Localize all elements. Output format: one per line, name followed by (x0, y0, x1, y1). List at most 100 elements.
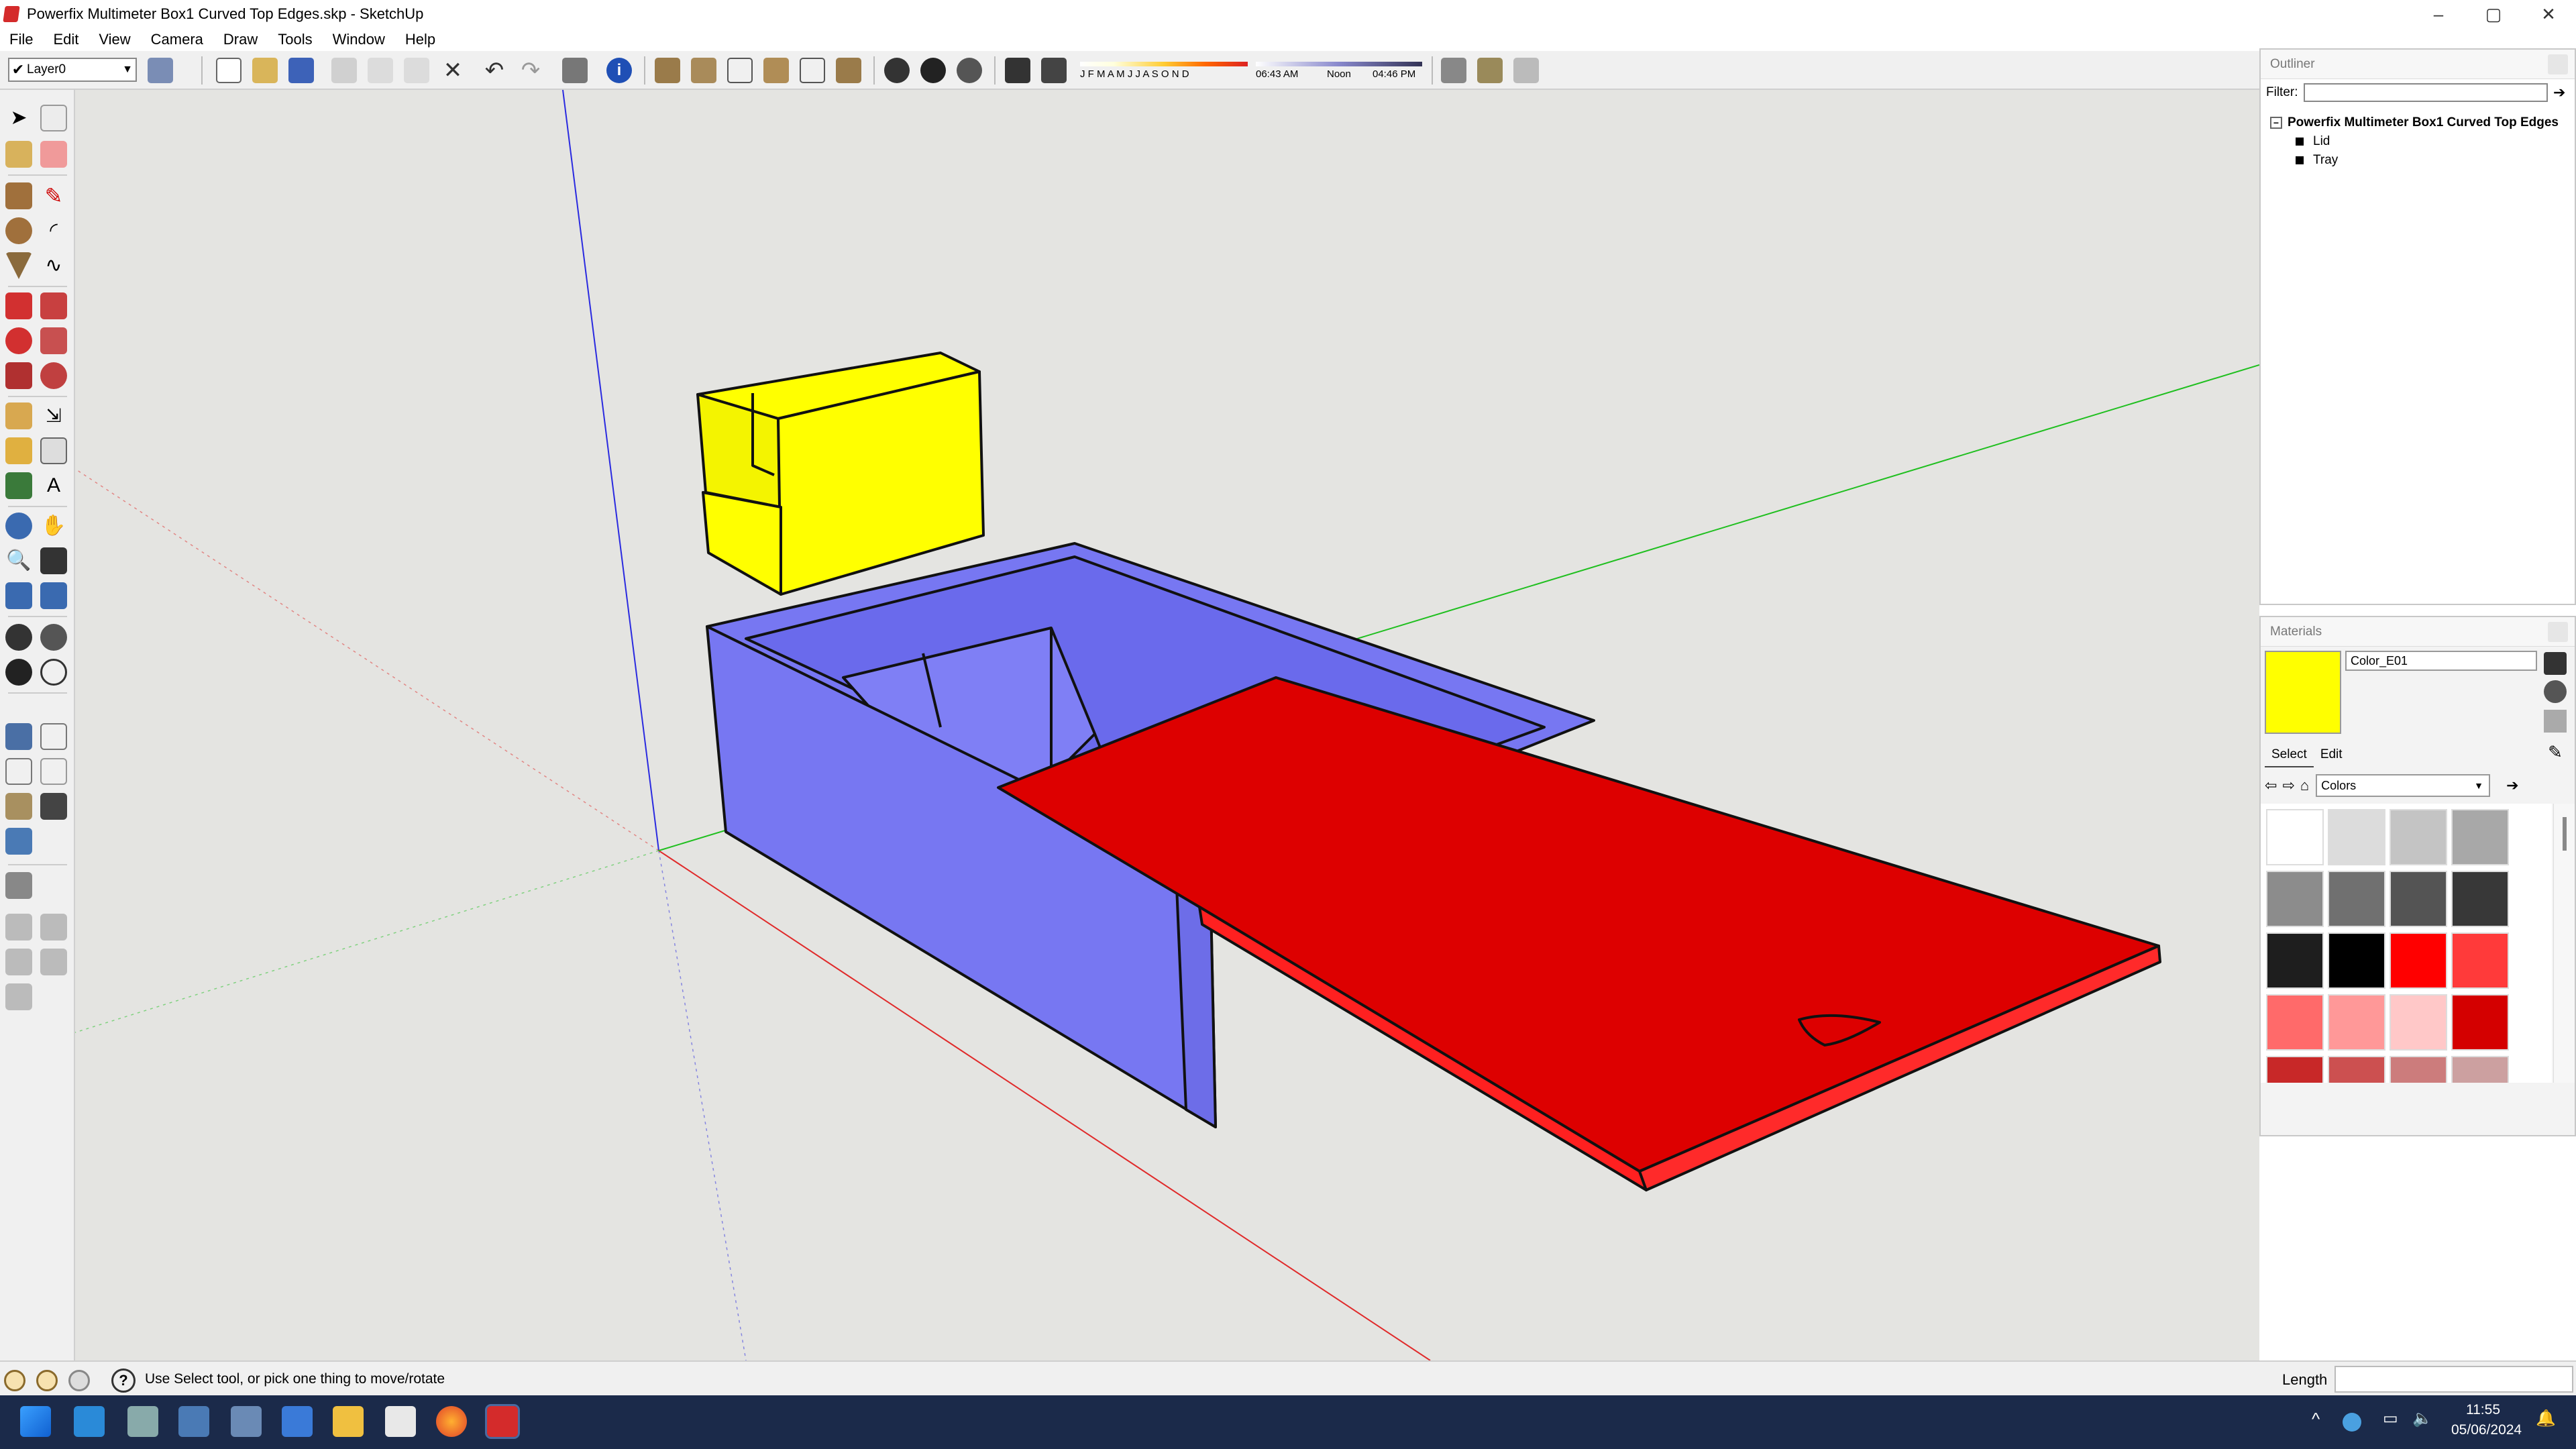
print-icon[interactable] (562, 58, 588, 83)
forward-arrow-icon[interactable]: ⇨ (2282, 777, 2294, 794)
close-button[interactable]: ✕ (2521, 0, 2576, 28)
notification-bell-icon[interactable]: 🔔 (2536, 1409, 2556, 1428)
insert-component[interactable] (696, 352, 985, 596)
firefox-icon[interactable] (436, 1406, 467, 1437)
credits-icon[interactable] (36, 1370, 58, 1391)
copy-icon[interactable] (368, 58, 393, 83)
material-swatch[interactable] (2266, 871, 2324, 927)
virtualbox-icon[interactable] (231, 1406, 262, 1437)
section-plane-icon[interactable] (40, 659, 67, 686)
menu-file[interactable]: File (9, 31, 33, 48)
erase-x-icon[interactable]: ✕ (440, 58, 466, 83)
material-swatch[interactable] (2451, 871, 2509, 927)
material-swatch[interactable] (2328, 871, 2385, 927)
material-swatch[interactable] (2266, 1056, 2324, 1083)
material-swatch[interactable] (2328, 1056, 2385, 1083)
menu-tools[interactable]: Tools (278, 31, 312, 48)
menu-help[interactable]: Help (405, 31, 435, 48)
save-icon[interactable] (288, 58, 314, 83)
freehand-icon[interactable]: ∿ (40, 252, 67, 279)
new-file-icon[interactable] (216, 58, 241, 83)
protractor-icon[interactable] (5, 437, 32, 464)
help-icon[interactable]: ? (111, 1368, 136, 1393)
material-name-input[interactable]: Color_E01 (2345, 651, 2537, 671)
material-swatch[interactable] (2266, 994, 2324, 1051)
look-around-icon[interactable] (957, 58, 982, 83)
textured-style-icon[interactable] (40, 793, 67, 820)
shaded-style-icon[interactable] (5, 793, 32, 820)
outliner-details-arrow-icon[interactable]: ➔ (2553, 85, 2569, 101)
material-swatch[interactable] (2390, 809, 2447, 865)
tab-edit[interactable]: Edit (2314, 743, 2349, 767)
pencil-icon[interactable]: ✎ (40, 182, 67, 209)
material-swatch[interactable] (2451, 809, 2509, 865)
start-icon[interactable] (20, 1406, 51, 1437)
model-viewport[interactable] (74, 89, 2260, 1361)
sandbox-icon[interactable] (5, 872, 32, 899)
geo-location-icon[interactable] (4, 1370, 25, 1391)
scroll-thumb[interactable] (2562, 817, 2567, 851)
tree-item-tray[interactable]: Tray (2296, 153, 2575, 168)
back-view-icon[interactable] (800, 58, 825, 83)
circle-icon[interactable] (5, 217, 32, 244)
extension-icon[interactable] (1441, 58, 1466, 83)
outer-shell-icon[interactable] (5, 983, 32, 1010)
current-material-swatch[interactable] (2265, 651, 2341, 734)
material-swatch[interactable] (2328, 809, 2385, 865)
material-swatch[interactable] (2390, 932, 2447, 989)
mail-icon[interactable] (385, 1406, 416, 1437)
3d-text-icon[interactable]: A (40, 472, 67, 499)
right-view-icon[interactable] (763, 58, 789, 83)
wireframe-style-icon[interactable] (5, 758, 32, 785)
front-view-icon[interactable] (727, 58, 753, 83)
shadow-time-slider[interactable]: J F M A M J J A S O N D 06:43 AM Noon 04… (1080, 62, 1422, 82)
eraser-icon[interactable] (40, 141, 67, 168)
tab-select[interactable]: Select (2265, 743, 2314, 767)
material-swatch[interactable] (2266, 932, 2324, 989)
tape-measure-icon[interactable] (5, 402, 32, 429)
material-swatch[interactable] (2390, 871, 2447, 927)
material-swatch[interactable] (2328, 994, 2385, 1051)
model-info-icon[interactable]: i (606, 58, 632, 83)
walk-icon[interactable] (920, 58, 946, 83)
notepad-icon[interactable] (282, 1406, 313, 1437)
solid-trim-icon[interactable] (5, 949, 32, 975)
rotate-icon[interactable] (5, 327, 32, 354)
shadow-settings-icon[interactable] (1005, 58, 1030, 83)
default-material-icon[interactable] (2544, 710, 2567, 733)
back-edges-style-icon[interactable] (40, 723, 67, 750)
clock-time[interactable]: 11:55 (2466, 1402, 2500, 1418)
menu-camera[interactable]: Camera (151, 31, 203, 48)
layer-manager-icon[interactable] (148, 58, 173, 83)
volume-icon[interactable]: 🔈 (2412, 1409, 2432, 1428)
polygon-icon[interactable] (5, 252, 32, 279)
menu-view[interactable]: View (99, 31, 130, 48)
orbit-icon[interactable] (5, 513, 32, 539)
details-arrow-icon[interactable]: ➔ (2506, 777, 2518, 794)
solid-split-icon[interactable] (40, 949, 67, 975)
material-swatch[interactable] (2390, 1056, 2447, 1083)
monochrome-style-icon[interactable] (5, 828, 32, 855)
top-view-icon[interactable] (691, 58, 716, 83)
material-swatch[interactable] (2390, 994, 2447, 1051)
solid-union-icon[interactable] (5, 914, 32, 941)
display-shadows-icon[interactable] (1041, 58, 1067, 83)
length-input[interactable] (2334, 1366, 2573, 1393)
maximize-button[interactable]: ▢ (2466, 0, 2521, 28)
zoom-window-icon[interactable] (40, 547, 67, 574)
iso-view-icon[interactable] (655, 58, 680, 83)
collapse-icon[interactable]: − (2270, 117, 2282, 129)
solid-subtract-icon[interactable] (40, 914, 67, 941)
minimize-button[interactable]: – (2411, 0, 2466, 28)
offset-icon[interactable] (40, 362, 67, 389)
tray-chevron-icon[interactable]: ^ (2312, 1409, 2320, 1430)
walk-tool-icon[interactable] (5, 659, 32, 686)
clock-date[interactable]: 05/06/2024 (2451, 1422, 2522, 1438)
follow-me-icon[interactable] (40, 327, 67, 354)
axes-icon[interactable] (5, 472, 32, 499)
cut-icon[interactable] (331, 58, 357, 83)
swatch-scrollbar[interactable] (2553, 804, 2575, 1083)
material-swatch[interactable] (2451, 932, 2509, 989)
paint-bucket-icon[interactable] (5, 141, 32, 168)
select-tool-icon[interactable]: ➤ (5, 105, 32, 131)
